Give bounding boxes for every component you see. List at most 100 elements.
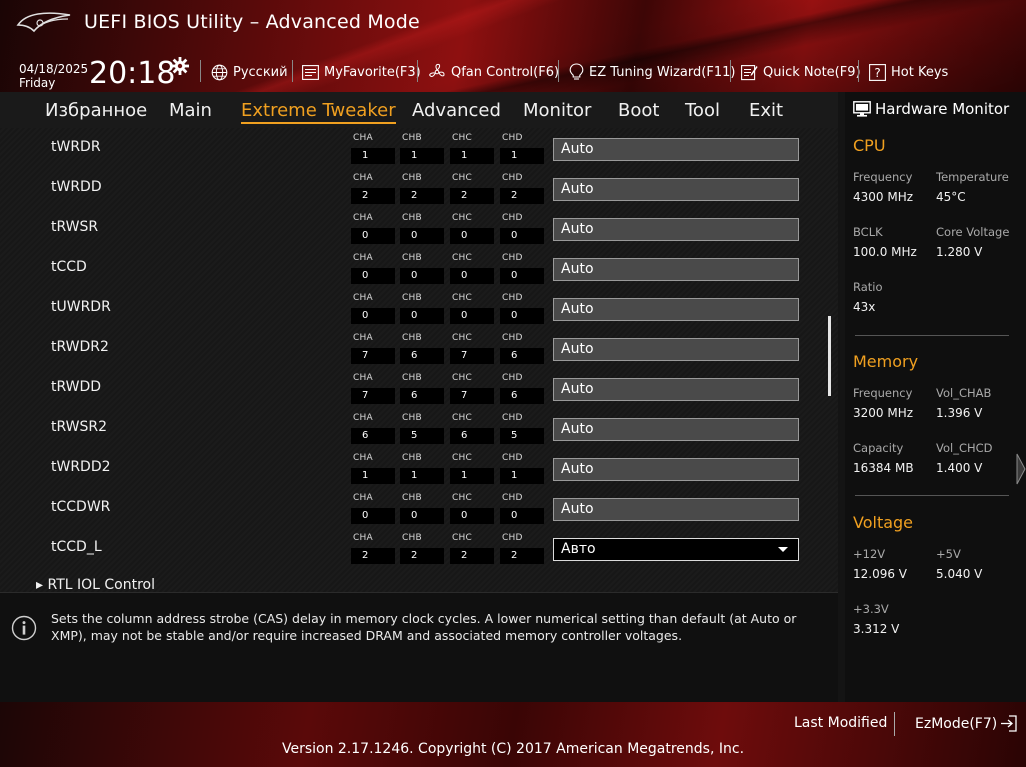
setting-value-field[interactable]: Auto	[553, 458, 799, 481]
setting-row[interactable]: tUWRDR CHA 0 CHB 0 CHC 0 CHD 0 Auto	[0, 290, 838, 330]
ez-tuning-wizard-button[interactable]: EZ Tuning Wizard(F11)	[569, 62, 735, 82]
toolbar-divider	[730, 60, 731, 82]
channel-name: CHB	[402, 493, 422, 503]
tab-favorites[interactable]: Избранное	[45, 100, 147, 121]
setting-value-field[interactable]: Auto	[553, 178, 799, 201]
setting-value-dropdown[interactable]: Авто	[553, 538, 799, 561]
setting-row[interactable]: tRWSR CHA 0 CHB 0 CHC 0 CHD 0 Auto	[0, 210, 838, 250]
channel-value: 6	[400, 348, 444, 364]
tab-boot[interactable]: Boot	[618, 100, 659, 121]
language-label: Русский	[233, 64, 288, 80]
toolbar-divider	[417, 60, 418, 82]
footer-bar: Last Modified EzMode(F7) Version 2.17.12…	[0, 702, 1026, 767]
setting-value-field[interactable]: Auto	[553, 378, 799, 401]
quick-note-label: Quick Note(F9)	[763, 64, 861, 80]
language-button[interactable]: Русский	[211, 62, 288, 82]
cpu-frequency-label: Frequency	[853, 170, 913, 184]
channel-readout: CHC 7	[450, 373, 494, 404]
v5-value: 5.040 V	[936, 567, 983, 581]
channel-readout: CHD 5	[500, 413, 544, 444]
tab-tool[interactable]: Tool	[685, 100, 720, 121]
setting-row[interactable]: tWRDD CHA 2 CHB 2 CHC 2 CHD 2 Auto	[0, 170, 838, 210]
channel-name: CHB	[402, 133, 422, 143]
channel-readout: CHA 6	[351, 413, 395, 444]
setting-label: tWRDD2	[51, 459, 111, 475]
cpu-temperature-value: 45°C	[936, 190, 966, 204]
setting-row[interactable]: tCCD_L CHA 2 CHB 2 CHC 2 CHD 2 Авто	[0, 530, 838, 570]
channel-readout: CHD 0	[500, 493, 544, 524]
channel-readout: CHD 0	[500, 253, 544, 284]
channel-value: 2	[400, 548, 444, 564]
rtl-iol-control-submenu[interactable]: ▸ RTL IOL Control	[36, 577, 155, 592]
collapse-panel-handle-icon[interactable]	[1016, 452, 1026, 486]
setting-value-field[interactable]: Auto	[553, 418, 799, 441]
setting-label: tRWSR	[51, 219, 99, 235]
channel-value: 2	[450, 188, 494, 204]
channel-readout: CHD 6	[500, 333, 544, 364]
hot-keys-button[interactable]: ? Hot Keys	[869, 62, 948, 82]
setting-row[interactable]: tCCD CHA 0 CHB 0 CHC 0 CHD 0 Auto	[0, 250, 838, 290]
favorite-list-icon	[302, 64, 319, 80]
settings-list[interactable]: tWRDR CHA 1 CHB 1 CHC 1 CHD 1 Auto tWRDD CHA 2 CHB 2 CH…	[0, 128, 838, 592]
setting-row[interactable]: tRWSR2 CHA 6 CHB 5 CHC 6 CHD 5 Auto	[0, 410, 838, 450]
monitor-icon	[853, 101, 871, 117]
setting-value-field[interactable]: Auto	[553, 338, 799, 361]
scrollbar-thumb[interactable]	[828, 316, 831, 396]
channel-value: 6	[400, 388, 444, 404]
channel-name: CHD	[502, 173, 523, 183]
qfan-control-label: Qfan Control(F6)	[451, 64, 560, 80]
channel-name: CHA	[353, 253, 373, 263]
main-nav: Избранное Main Extreme Tweaker Advanced …	[0, 92, 838, 128]
setting-value-field[interactable]: Auto	[553, 218, 799, 241]
channel-value: 7	[450, 348, 494, 364]
tab-monitor[interactable]: Monitor	[523, 100, 591, 121]
vol-chcd-label: Vol_CHCD	[936, 441, 993, 455]
quick-note-button[interactable]: Quick Note(F9)	[741, 62, 861, 82]
setting-value-text: Auto	[561, 421, 594, 437]
hardware-monitor-panel: Hardware Monitor CPU Frequency Temperatu…	[845, 92, 1026, 702]
section-divider	[855, 335, 1009, 336]
last-modified-button[interactable]: Last Modified	[794, 715, 887, 731]
fan-icon	[429, 63, 445, 77]
channel-name: CHD	[502, 253, 523, 263]
setting-row[interactable]: tRWDR2 CHA 7 CHB 6 CHC 7 CHD 6 Auto	[0, 330, 838, 370]
channel-name: CHB	[402, 533, 422, 543]
channel-value: 7	[450, 388, 494, 404]
ratio-label: Ratio	[853, 280, 883, 294]
channel-readout: CHB 0	[400, 493, 444, 524]
ezmode-button[interactable]: EzMode(F7)	[915, 715, 1017, 732]
setting-value-field[interactable]: Auto	[553, 498, 799, 521]
channel-readout: CHC 1	[450, 453, 494, 484]
hot-keys-label: Hot Keys	[891, 64, 949, 80]
myfavorite-button[interactable]: MyFavorite(F3)	[302, 62, 421, 82]
channel-value: 0	[351, 228, 395, 244]
setting-row[interactable]: tWRDR CHA 1 CHB 1 CHC 1 CHD 1 Auto	[0, 130, 838, 170]
channel-name: CHC	[452, 213, 472, 223]
setting-row[interactable]: tCCDWR CHA 0 CHB 0 CHC 0 CHD 0 Auto	[0, 490, 838, 530]
channel-readout: CHC 2	[450, 533, 494, 564]
gear-icon[interactable]	[170, 56, 190, 76]
qfan-control-button[interactable]: Qfan Control(F6)	[428, 62, 559, 82]
vol-chab-label: Vol_CHAB	[936, 386, 992, 400]
setting-row[interactable]: tRWDD CHA 7 CHB 6 CHC 7 CHD 6 Auto	[0, 370, 838, 410]
tab-exit[interactable]: Exit	[749, 100, 783, 121]
setting-value-field[interactable]: Auto	[553, 298, 799, 321]
setting-value-field[interactable]: Auto	[553, 258, 799, 281]
channel-readout: CHC 7	[450, 333, 494, 364]
tab-advanced[interactable]: Advanced	[412, 100, 501, 121]
tab-extreme-tweaker[interactable]: Extreme Tweaker	[241, 100, 396, 124]
setting-row[interactable]: tWRDD2 CHA 1 CHB 1 CHC 1 CHD 1 Auto	[0, 450, 838, 490]
setting-value-field[interactable]: Auto	[553, 138, 799, 161]
toolbar-divider	[200, 60, 201, 82]
version-copyright: Version 2.17.1246. Copyright (C) 2017 Am…	[281, 741, 745, 757]
setting-label: tUWRDR	[51, 299, 111, 315]
setting-label: tRWDR2	[51, 339, 109, 355]
channel-name: CHB	[402, 413, 422, 423]
setting-label: tRWSR2	[51, 419, 108, 435]
channel-value: 6	[500, 388, 544, 404]
ratio-value: 43x	[853, 300, 876, 314]
channel-value: 1	[400, 148, 444, 164]
channel-name: CHD	[502, 533, 523, 543]
channel-name: CHD	[502, 293, 523, 303]
tab-main[interactable]: Main	[169, 100, 212, 121]
